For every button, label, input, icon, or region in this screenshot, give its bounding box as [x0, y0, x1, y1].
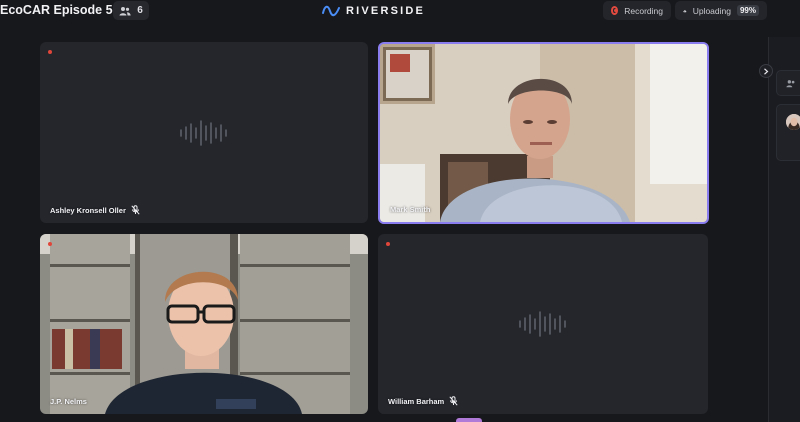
wave-logo-icon — [322, 5, 340, 17]
top-bar: EcoCAR Episode 5 6 RIVERSIDE Recording U… — [0, 0, 800, 22]
cloud-upload-icon — [683, 9, 687, 12]
status-dot — [386, 242, 390, 246]
participant-name-tag: Mark Smith — [390, 205, 430, 214]
recording-label: Recording — [624, 5, 663, 16]
mic-off-icon — [131, 205, 140, 215]
brand-name: RIVERSIDE — [346, 5, 426, 17]
side-panel-toggle[interactable] — [759, 64, 773, 78]
bottom-toolbar-handle[interactable] — [456, 418, 482, 422]
participant-name: William Barham — [388, 396, 445, 406]
participant-name: Ashley Kronsell Oller — [50, 205, 126, 215]
audio-wave-icon — [519, 311, 566, 337]
participant-tile-ashley[interactable]: Ashley Kronsell Oller — [40, 42, 368, 223]
upload-status[interactable]: Uploading 99% — [675, 1, 767, 20]
participant-name: Mark Smith — [390, 205, 431, 214]
avatar — [786, 114, 800, 130]
participant-name-tag: Ashley Kronsell Oller — [50, 205, 140, 215]
audio-wave-icon — [180, 119, 227, 146]
record-icon — [611, 6, 619, 15]
mic-off-icon — [449, 396, 458, 406]
side-panel-participant-card[interactable] — [776, 104, 800, 161]
people-icon — [786, 80, 795, 88]
participant-tile-jp[interactable]: J.P. Nelms — [40, 234, 368, 414]
participant-name: J.P. Nelms — [50, 397, 87, 406]
upload-percent: 99% — [736, 5, 759, 16]
status-dot — [48, 242, 52, 246]
chevron-right-icon — [764, 67, 769, 75]
session-title: EcoCAR Episode 5 — [0, 3, 113, 17]
recording-status[interactable]: Recording — [603, 1, 671, 20]
status-dot — [48, 50, 52, 54]
participant-name-tag: William Barham — [388, 396, 458, 406]
people-icon — [119, 6, 131, 15]
participant-name-tag: J.P. Nelms — [50, 397, 87, 406]
participant-count: 6 — [137, 5, 143, 16]
side-panel-tab[interactable] — [776, 70, 800, 96]
participant-tile-william[interactable]: William Barham — [378, 234, 708, 414]
participant-tile-mark[interactable]: Mark Smith — [378, 42, 709, 224]
participant-video — [380, 44, 707, 222]
participants-button[interactable]: 6 — [113, 1, 149, 20]
brand-logo: RIVERSIDE — [322, 2, 425, 20]
uploading-label: Uploading — [692, 5, 731, 16]
participant-video — [40, 234, 368, 414]
